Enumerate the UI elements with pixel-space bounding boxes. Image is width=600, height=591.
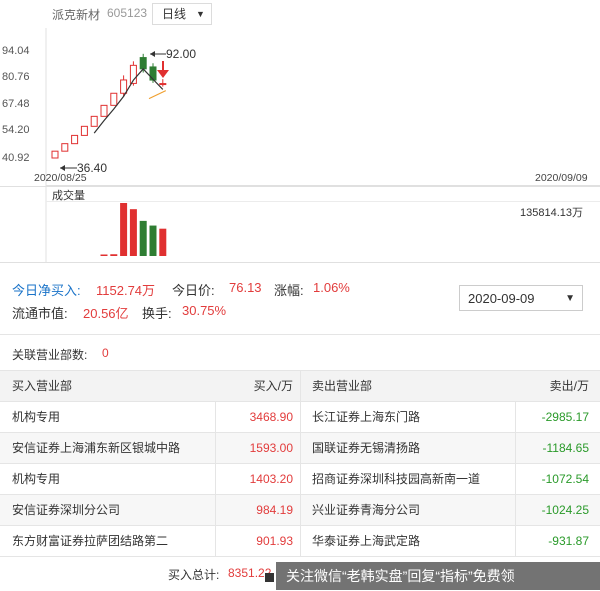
- table-row[interactable]: 机构专用 3468.90 长江证券上海东门路 -2985.17: [0, 401, 600, 433]
- volume-bar: [100, 254, 108, 256]
- volume-bar: [139, 220, 147, 256]
- buy-dept[interactable]: 机构专用: [12, 464, 212, 495]
- buy-amount: 3468.90: [249, 410, 293, 424]
- volume-plot: [0, 186, 600, 262]
- kline-chart-panel: 派克新材 605123 日线 ▼ 94.04 80.76 67.48 54.20…: [0, 0, 600, 263]
- net-buy-label: 今日净买入:: [12, 283, 81, 298]
- candle: [51, 150, 59, 159]
- header-buy-dept: 买入营业部: [12, 379, 73, 393]
- volume-bar: [129, 209, 137, 256]
- period-select-label: 日线: [162, 7, 187, 21]
- buy-amount: 984.19: [256, 503, 293, 517]
- sell-amount: -1024.25: [541, 503, 589, 517]
- header-sell-dept: 卖出营业部: [312, 379, 373, 393]
- candle-body: [71, 134, 79, 145]
- candle: [159, 79, 167, 87]
- sell-dept[interactable]: 长江证券上海东门路: [312, 402, 512, 433]
- header-sell-amount: 卖出/万: [549, 379, 589, 393]
- market-cap-value: 20.56亿: [83, 306, 129, 321]
- triangle-down-icon: ▼: [196, 9, 205, 19]
- arrow-down-icon: [157, 61, 169, 78]
- buy-dept[interactable]: 安信证券深圳分公司: [12, 495, 212, 526]
- candle: [80, 125, 88, 136]
- volume-max-value: 135814.13万: [520, 207, 583, 219]
- price-label: 今日价:: [172, 283, 215, 298]
- date-select-value: 2020-09-09: [468, 291, 535, 306]
- change-value: 1.06%: [313, 280, 350, 295]
- turnover-value: 30.75%: [182, 303, 227, 318]
- candle: [61, 143, 69, 152]
- sell-amount: -1184.65: [542, 441, 589, 455]
- buy-amount: 901.93: [256, 534, 293, 548]
- related-branches-value: 0: [102, 346, 109, 360]
- candlestick-plot[interactable]: 92.00 36.40: [0, 28, 600, 186]
- x-end-date: 2020/09/09: [535, 172, 588, 184]
- table-row[interactable]: 安信证券深圳分公司 984.19 兴业证券青海分公司 -1024.25: [0, 494, 600, 526]
- net-buy-value: 1152.74万: [96, 283, 156, 298]
- volume-bar: [149, 225, 157, 256]
- candle: [129, 61, 137, 86]
- table-row[interactable]: 东方财富证券拉萨团结路第二 901.93 华泰证券上海武定路 -931.87: [0, 525, 600, 557]
- candle-body: [61, 143, 69, 152]
- candle-body: [110, 92, 118, 106]
- candle-body: [51, 150, 59, 159]
- sell-dept[interactable]: 国联证券无锡清扬路: [312, 433, 512, 464]
- volume-bar: [120, 203, 128, 256]
- watermark-marker: [265, 573, 274, 582]
- header-buy-amount: 买入/万: [253, 379, 293, 393]
- x-start-date: 2020/08/25: [34, 172, 87, 184]
- candle-body: [120, 79, 128, 94]
- candle-body: [159, 83, 167, 86]
- volume-bar: [159, 228, 167, 256]
- candle-body: [100, 104, 108, 117]
- volume-bar: [110, 254, 118, 256]
- table-header: 买入营业部 买入/万 卖出营业部 卖出/万: [0, 370, 600, 402]
- price-value: 76.13: [229, 280, 262, 295]
- watermark-banner: 关注微信“老韩实盘”回复“指标”免费领: [276, 562, 600, 590]
- candle: [71, 134, 79, 145]
- buy-amount: 1403.20: [249, 472, 293, 486]
- volume-label: 成交量: [52, 190, 85, 202]
- candle: [100, 104, 108, 117]
- buy-dept[interactable]: 东方财富证券拉萨团结路第二: [12, 526, 212, 557]
- sell-dept[interactable]: 华泰证券上海武定路: [312, 526, 512, 557]
- market-cap-label: 流通市值:: [12, 306, 68, 321]
- related-branches-label: 关联营业部数:: [12, 348, 88, 362]
- turnover-label: 换手:: [142, 306, 172, 321]
- buy-dept[interactable]: 安信证券上海浦东新区银城中路: [12, 433, 212, 464]
- candle-body: [80, 125, 88, 136]
- high-annotation-value: 92.00: [166, 47, 196, 61]
- change-label: 涨幅:: [274, 283, 304, 298]
- table-row[interactable]: 安信证券上海浦东新区银城中路 1593.00 国联证券无锡清扬路 -1184.6…: [0, 432, 600, 464]
- moving-average-short-line: [148, 90, 167, 100]
- buy-amount: 1593.00: [249, 441, 293, 455]
- table-row[interactable]: 机构专用 1403.20 招商证券深圳科技园高新南一道 -1072.54: [0, 463, 600, 495]
- related-branches: 关联营业部数: 0: [0, 334, 600, 371]
- sell-amount: -2985.17: [541, 410, 589, 424]
- high-annotation: 92.00: [150, 47, 196, 61]
- candle: [110, 92, 118, 106]
- chart-toolbar: 派克新材 605123 日线 ▼: [0, 0, 600, 28]
- candle-body: [139, 57, 147, 70]
- period-select[interactable]: 日线 ▼: [152, 3, 212, 25]
- moving-average-line: [93, 68, 164, 134]
- sell-dept[interactable]: 兴业证券青海分公司: [312, 495, 512, 526]
- buy-total-label: 买入总计:: [168, 568, 220, 582]
- sell-amount: -1072.54: [541, 472, 589, 486]
- candle-body: [149, 66, 157, 81]
- date-select[interactable]: 2020-09-09 ▼: [459, 285, 583, 311]
- sell-amount: -931.87: [548, 534, 589, 548]
- sell-dept[interactable]: 招商证券深圳科技园高新南一道: [312, 464, 512, 495]
- stock-name: 派克新材: [52, 8, 101, 22]
- stock-code: 605123: [107, 6, 148, 20]
- buy-dept[interactable]: 机构专用: [12, 402, 212, 433]
- triangle-down-icon: ▼: [565, 293, 575, 304]
- candle: [90, 115, 98, 127]
- candle-body: [90, 115, 98, 127]
